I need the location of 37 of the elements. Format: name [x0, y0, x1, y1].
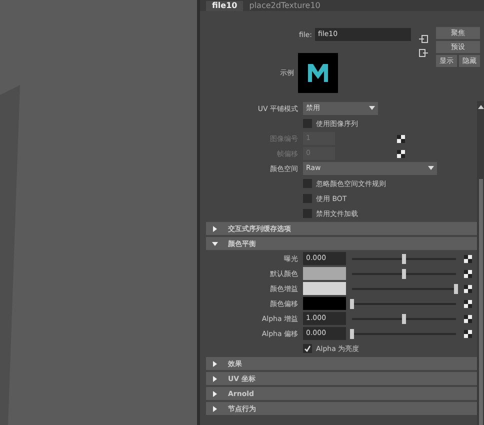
checkbox[interactable] — [303, 119, 312, 128]
map-icon[interactable] — [397, 150, 405, 158]
checkbox[interactable] — [303, 209, 312, 218]
map-icon[interactable] — [464, 270, 472, 278]
caret-icon — [428, 166, 434, 170]
collapse-icon — [212, 240, 218, 246]
tab[interactable]: place2dTexture10 — [243, 1, 326, 11]
slider-thumb[interactable] — [402, 314, 406, 324]
checkbox[interactable] — [303, 179, 312, 188]
color-swatch[interactable] — [303, 297, 346, 310]
checkbox[interactable] — [303, 194, 312, 203]
export-icon[interactable] — [419, 49, 428, 57]
tab[interactable]: file10 — [206, 1, 244, 11]
map-icon[interactable] — [464, 314, 472, 322]
slider-thumb[interactable] — [454, 284, 458, 294]
checkbox[interactable] — [303, 344, 312, 353]
expand-icon — [212, 390, 218, 396]
expand-icon — [212, 376, 218, 382]
slider-thumb[interactable] — [350, 328, 354, 338]
import-icon[interactable] — [419, 35, 428, 43]
expand-icon — [212, 406, 218, 412]
scrollbar[interactable] — [477, 101, 484, 425]
expand-icon — [212, 226, 218, 232]
color-swatch[interactable] — [303, 267, 346, 280]
map-icon[interactable] — [464, 284, 472, 292]
expand-icon — [212, 360, 218, 366]
caret-icon — [369, 106, 375, 110]
map-icon[interactable] — [464, 300, 472, 308]
slider-thumb[interactable] — [402, 254, 406, 264]
map-icon[interactable] — [464, 254, 472, 262]
slider-thumb[interactable] — [350, 298, 354, 308]
color-swatch[interactable] — [303, 282, 346, 295]
texture-preview — [298, 53, 338, 93]
scroll-up-icon[interactable] — [478, 104, 484, 109]
map-icon[interactable] — [397, 134, 405, 142]
map-icon[interactable] — [464, 330, 472, 338]
slider-thumb[interactable] — [402, 268, 406, 278]
